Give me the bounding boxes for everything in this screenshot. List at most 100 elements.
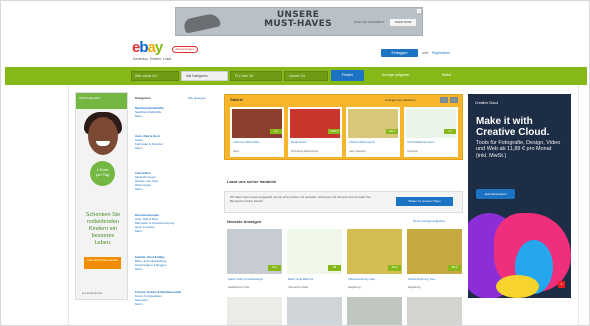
category-more-link[interactable]: Mehr... xyxy=(135,302,215,306)
bottom-listing-image[interactable] xyxy=(227,297,282,325)
listing-price: VB xyxy=(328,265,341,271)
ad-close-icon[interactable]: x xyxy=(417,9,421,13)
yellow-artwork-shape xyxy=(496,275,539,298)
new-ads-title: Neueste Anzeigen xyxy=(227,219,262,224)
sos-ad-copy: Schenken Sie notleidenden Kindern ein be… xyxy=(85,212,121,246)
new-ad-card[interactable]: 350 € 3-Raumwohnung, Nen... Magdeburg xyxy=(407,229,462,295)
safety-box: Wir haben Tipps zusammengestellt, wie Si… xyxy=(224,191,463,213)
register-link[interactable]: Registrieren xyxy=(432,51,450,55)
listing-city: Garz (Usedom) xyxy=(349,150,367,153)
listing-city: Magdeburg xyxy=(348,286,361,289)
listing-title: Glaser UHG Grundstueckgeh... xyxy=(228,278,266,281)
listing-price: 350 € xyxy=(386,129,398,134)
listing-city: Obervallner Mühle xyxy=(288,286,309,289)
right-page-rule xyxy=(578,85,579,325)
kleinanzeigen-badge: Kleinanzeigen xyxy=(172,46,198,53)
banner-title-line-2: MUST-HAVES xyxy=(264,19,332,29)
creative-cloud-copy: Tools für Fotografie, Design, Video und … xyxy=(476,140,561,159)
safety-text: Wir haben Tipps zusammengestellt, wie Si… xyxy=(230,196,371,203)
category-group: Nachbarschaftshilfe Nachbarschaftshilfe … xyxy=(135,106,215,118)
search-input[interactable]: Was suchst du? xyxy=(131,71,179,81)
gallery-card[interactable]: 1 € 4 Zimmer Altbau Woh... Aiken xyxy=(230,107,284,157)
listing-title: GUTSCHEIN für einen... xyxy=(407,141,437,144)
banner-title: UNSERE MUST-HAVES xyxy=(254,11,342,29)
new-ad-link[interactable]: Neue Anzeige aufgeben xyxy=(413,219,445,223)
child-face-image xyxy=(88,117,118,155)
euro-badge: 1 Euro pro Tag xyxy=(90,161,115,186)
listing-title: Maier vonta Möbl ani xyxy=(288,278,313,281)
euro-amount-sub: pro Tag xyxy=(95,172,110,177)
tagline: Kostenlos. Einfach. Lokal. xyxy=(133,57,173,61)
listing-city: Staatsforsten Hütte xyxy=(228,286,250,289)
subscribe-button[interactable]: Jetzt abonnieren xyxy=(476,189,515,199)
gallery-left-icon[interactable]: ‹ xyxy=(440,97,448,103)
listing-price: 1 € xyxy=(444,129,456,134)
listing-title: Smart fortwo xyxy=(291,141,307,144)
top-ad-banner[interactable]: UNSERE MUST-HAVES NIKE AIR VAPORMAX SHOP… xyxy=(175,7,423,36)
category-more-link[interactable]: Mehr... xyxy=(135,229,215,233)
adobe-icon: A xyxy=(558,281,565,288)
category-more-link[interactable]: Mehr... xyxy=(135,187,215,191)
sos-ad-footer: sos-kinderdorf.de xyxy=(82,292,103,295)
categories-column: Kategorien Alle anzeigen Nachbarschaftsh… xyxy=(135,96,215,306)
category-more-link[interactable]: Mehr... xyxy=(135,267,215,271)
logo-letter-a: a xyxy=(147,39,156,56)
sos-pate-button[interactable]: Jetzt SOS-Pate werden xyxy=(84,257,121,269)
category-group: Immobilien Mietwohnungen Häuser zum Kauf… xyxy=(135,171,215,191)
listing-title: 3-Raum-Wohnung Ni... xyxy=(349,141,377,144)
listing-city: Grünwald xyxy=(407,150,418,153)
safety-title: Lasst uns sicher handeln! xyxy=(227,179,277,184)
bottom-listing-image[interactable] xyxy=(407,297,462,325)
listing-price: 10 € xyxy=(268,265,281,271)
category-group: Freizeit, Hobby & Nachbarschaft Kunst & … xyxy=(135,290,215,306)
listing-city: Aiken xyxy=(233,150,240,153)
banner-subtitle: NIKE AIR VAPORMAX xyxy=(354,20,385,24)
listing-price: 350 € xyxy=(448,265,461,271)
gallery-section: Galerie Anzeige hier platzieren ‹ › 1 € … xyxy=(224,94,463,160)
gallery-card[interactable]: 350 € 3-Raum-Wohnung Ni... Garz (Usedom) xyxy=(346,107,400,157)
sos-ad[interactable]: SOS Kinderdorf 1 Euro pro Tag Schenken S… xyxy=(75,92,128,300)
banner-shop-button[interactable]: SHOP NOW xyxy=(390,19,416,26)
categories-all-link[interactable]: Alle anzeigen xyxy=(188,96,206,100)
gallery-right-icon[interactable]: › xyxy=(450,97,458,103)
logo-letter-y: y xyxy=(154,39,163,56)
listing-price: 1 € xyxy=(270,129,282,134)
new-ad-card[interactable]: VB Maier vonta Möbl ani Obervallner Mühl… xyxy=(287,229,342,295)
bottom-listing-image[interactable] xyxy=(347,297,402,325)
my-ads-link[interactable]: Meine xyxy=(442,73,451,77)
post-ad-link[interactable]: Anzeige aufgeben xyxy=(382,73,409,77)
gallery-card[interactable]: 4.500 € Smart fortwo Schönberg Mecklenbu… xyxy=(288,107,342,157)
logo-letter-b: b xyxy=(139,39,148,56)
category-group: Familie, Kind & Baby Baby- & Kinderkleid… xyxy=(135,255,215,271)
creative-cloud-logo: Creative Cloud xyxy=(475,101,499,105)
listing-title: 4 Zimmer Altbau Woh... xyxy=(233,141,262,144)
sos-logo-bar: SOS Kinderdorf xyxy=(76,93,127,109)
or-text: oder xyxy=(422,51,429,55)
new-ad-card[interactable]: 10 € Glaser UHG Grundstueckgeh... Staats… xyxy=(227,229,282,295)
category-group: Auto, Rad & Boot Autos Fahrräder & Zubeh… xyxy=(135,134,215,150)
gallery-title: Galerie xyxy=(230,98,243,102)
listing-title: 3-Raumwohnung, Nen... xyxy=(408,278,438,281)
signin-button[interactable]: Einloggen xyxy=(381,49,418,57)
category-more-link[interactable]: Mehr... xyxy=(135,114,215,118)
sneaker-image xyxy=(182,12,222,34)
creative-cloud-heading: Make it with Creative Cloud. xyxy=(476,116,550,138)
gallery-card[interactable]: 1 € GUTSCHEIN für einen... Grünwald xyxy=(404,107,458,157)
listing-price: 4.500 € xyxy=(328,129,340,134)
new-ad-card[interactable]: 350 € 3-Raumwohnung, Nen... Magdeburg xyxy=(347,229,402,295)
find-button[interactable]: Finden xyxy=(331,70,364,81)
left-page-rule xyxy=(68,85,69,325)
radius-select[interactable]: Ganzer Ort xyxy=(284,71,328,81)
bottom-listing-image[interactable] xyxy=(287,297,342,325)
safety-tips-button[interactable]: Weiter zu unseren Tipps xyxy=(396,197,453,206)
category-more-link[interactable]: Mehr... xyxy=(135,146,215,150)
listing-city: Schönberg Mecklenburg xyxy=(291,150,319,153)
creative-cloud-ad[interactable]: Creative Cloud Make it with Creative Clo… xyxy=(468,94,571,298)
listing-city: Magdeburg xyxy=(408,286,421,289)
listing-price: 350 € xyxy=(388,265,401,271)
zip-input[interactable]: PLZ oder Ort xyxy=(230,71,282,81)
ebay-logo[interactable]: ebay xyxy=(132,39,163,56)
browser-page: UNSERE MUST-HAVES NIKE AIR VAPORMAX SHOP… xyxy=(0,0,590,326)
gallery-place-link[interactable]: Anzeige hier platzieren xyxy=(385,98,416,102)
category-select[interactable]: Alle Kategorien xyxy=(181,71,228,81)
